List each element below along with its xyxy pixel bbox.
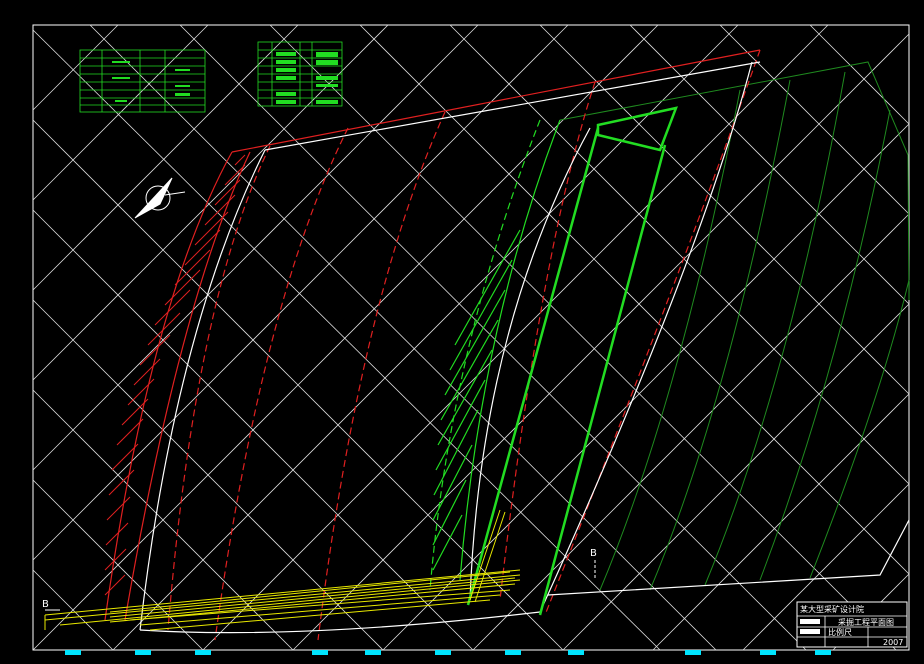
section-label-left: B [42,599,49,610]
north-arrow-icon [134,177,186,219]
coordinate-grid [32,24,910,651]
section-label-right: B [590,548,597,559]
title-block-drawing-name: 采掘工程平面图 [838,617,894,627]
drawing-border [32,24,910,651]
legend-table-right [257,41,343,107]
cad-drawing-viewport[interactable]: B B 某大型采矿设计院 采掘工程平面图 比例尺 2007 [0,0,924,664]
section-marker-left: B [42,599,60,611]
title-block-year: 2007 [883,638,903,647]
section-marker-right: B [590,548,597,580]
title-block-org: 某大型采矿设计院 [800,604,864,614]
title-block-scale-label: 比例尺 [828,627,852,637]
legend-table-left [79,49,206,113]
title-block: 某大型采矿设计院 采掘工程平面图 比例尺 2007 [796,601,908,648]
green-panel [429,106,678,616]
bottom-scale-markers [65,650,831,655]
